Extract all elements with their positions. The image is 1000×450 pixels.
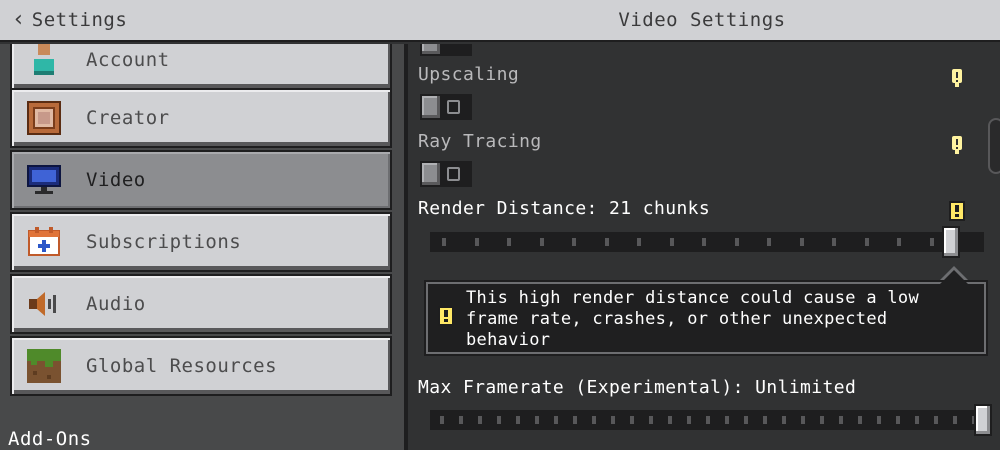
- monitor-icon: [26, 162, 62, 198]
- info-icon[interactable]: [950, 69, 964, 87]
- upscaling-label: Upscaling: [418, 64, 520, 85]
- slider-tick: [440, 416, 444, 424]
- sidebar-item-label: Subscriptions: [86, 231, 242, 253]
- creator-icon: [26, 100, 62, 136]
- slider-tick: [763, 416, 767, 424]
- sidebar-item-audio[interactable]: Audio: [10, 274, 392, 334]
- slider-tick: [497, 416, 501, 424]
- render-distance-slider[interactable]: [430, 232, 984, 252]
- sidebar-item-creator[interactable]: Creator: [10, 88, 392, 148]
- slider-tick: [877, 416, 881, 424]
- warning-text: This high render distance could cause a …: [466, 288, 919, 350]
- slider-tick: [604, 238, 609, 246]
- slider-tick: [953, 416, 957, 424]
- speaker-icon: [26, 286, 62, 322]
- render-distance-slider-handle[interactable]: [942, 226, 960, 258]
- slider-tick: [820, 416, 824, 424]
- info-icon[interactable]: [950, 136, 964, 154]
- slider-tick: [744, 416, 748, 424]
- sidebar-item-global-resources[interactable]: Global Resources: [10, 336, 392, 396]
- sidebar-item-video[interactable]: Video: [10, 150, 392, 210]
- slider-tick: [442, 238, 446, 246]
- back-label: Settings: [31, 9, 128, 31]
- ray-tracing-label: Ray Tracing: [418, 131, 542, 152]
- max-framerate-slider-handle[interactable]: [974, 404, 992, 436]
- slider-tick: [516, 416, 520, 424]
- slider-tick: [832, 238, 836, 246]
- back-button[interactable]: ‹ Settings: [0, 0, 200, 40]
- slider-tick: [535, 416, 539, 424]
- slider-tick: [572, 238, 576, 246]
- subscriptions-icon: [26, 224, 62, 260]
- slider-tick: [539, 238, 544, 246]
- slider-tick: [668, 416, 672, 424]
- tooltip-pointer-fill: [938, 270, 970, 286]
- slider-tick: [767, 238, 771, 246]
- ray-tracing-toggle[interactable]: [420, 161, 472, 187]
- slider-tick: [459, 416, 463, 424]
- sidebar-item-account[interactable]: Account: [10, 44, 392, 90]
- slider-tick: [478, 416, 482, 424]
- title-bar: ‹ Settings Video Settings: [0, 0, 1000, 42]
- slider-tick: [915, 416, 919, 424]
- slider-tick: [782, 416, 786, 424]
- scroll-indicator[interactable]: [988, 118, 1000, 174]
- slider-tick: [801, 416, 805, 424]
- slider-tick: [934, 416, 938, 424]
- slider-tick: [637, 238, 641, 246]
- sidebar-item-label: Video: [86, 169, 146, 191]
- slider-tick: [839, 416, 843, 424]
- slider-tick: [611, 416, 615, 424]
- slider-tick: [799, 238, 804, 246]
- slider-tick: [896, 416, 900, 424]
- sidebar: Account Creator Video Subscriptions Audi…: [0, 44, 404, 450]
- slider-tick: [507, 238, 511, 246]
- account-icon: [26, 44, 62, 78]
- section-heading-add-ons: Add-Ons: [8, 428, 92, 450]
- slider-tick: [669, 238, 674, 246]
- grass-block-icon: [26, 348, 62, 384]
- slider-tick: [858, 416, 862, 424]
- sidebar-item-label: Account: [86, 49, 170, 71]
- slider-tick: [554, 416, 558, 424]
- slider-tick: [706, 416, 710, 424]
- slider-tick: [474, 238, 479, 246]
- toggle-knob: [422, 44, 440, 54]
- slider-tick: [929, 238, 934, 246]
- toggle-knob: [422, 163, 440, 185]
- render-distance-label: Render Distance: 21 chunks: [418, 198, 711, 219]
- warning-icon: [438, 306, 454, 326]
- page-title: Video Settings: [618, 9, 786, 31]
- slider-tick: [592, 416, 596, 424]
- slider-tick: [734, 238, 739, 246]
- max-framerate-slider[interactable]: [430, 410, 984, 430]
- warning-icon: [949, 201, 965, 221]
- max-framerate-label: Max Framerate (Experimental): Unlimited: [418, 377, 857, 398]
- toggle-previous[interactable]: [420, 44, 472, 56]
- slider-tick: [897, 238, 901, 246]
- warning-tooltip: This high render distance could cause a …: [426, 282, 986, 354]
- video-settings-panel: Upscaling Ray Tracing Render Distance: 2…: [408, 44, 1000, 450]
- sidebar-item-label: Creator: [86, 107, 170, 129]
- slider-tick: [702, 238, 706, 246]
- slider-tick: [687, 416, 691, 424]
- toggle-off-icon: [447, 100, 460, 114]
- toggle-off-icon: [447, 167, 460, 181]
- sidebar-item-label: Global Resources: [86, 355, 278, 377]
- slider-tick: [573, 416, 577, 424]
- slider-tick: [864, 238, 869, 246]
- slider-tick: [630, 416, 634, 424]
- chevron-left-icon: ‹: [12, 7, 26, 32]
- sidebar-item-label: Audio: [86, 293, 146, 315]
- upscaling-toggle[interactable]: [420, 94, 472, 120]
- slider-tick: [649, 416, 653, 424]
- sidebar-item-subscriptions[interactable]: Subscriptions: [10, 212, 392, 272]
- slider-tick: [725, 416, 729, 424]
- toggle-knob: [422, 96, 440, 118]
